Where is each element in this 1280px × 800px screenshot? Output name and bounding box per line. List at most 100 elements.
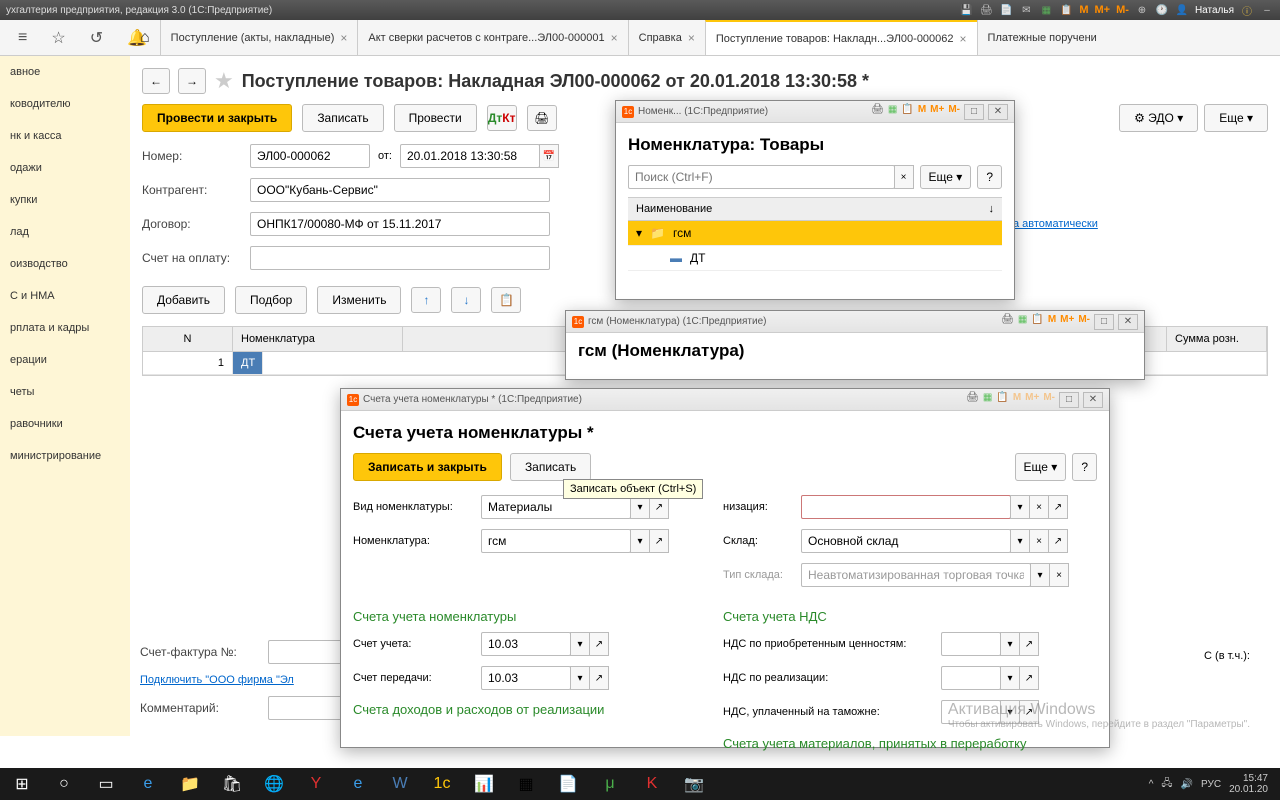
tab-payment-orders[interactable]: Платежные поручени <box>977 20 1107 55</box>
open-icon[interactable]: ↗ <box>589 632 609 656</box>
calendar-icon[interactable]: 📅 <box>539 144 559 168</box>
open-icon[interactable]: ↗ <box>1019 632 1039 656</box>
sidebar-item[interactable]: нк и касса <box>0 120 130 152</box>
maximize-icon[interactable]: □ <box>1094 314 1114 330</box>
network-icon[interactable]: 🖧 <box>1161 776 1172 793</box>
counterparty-input[interactable] <box>250 178 550 202</box>
user-name[interactable]: Наталья <box>1195 5 1234 16</box>
open-icon[interactable]: ↗ <box>1019 666 1039 690</box>
save-close-button[interactable]: Записать и закрыть <box>353 453 502 481</box>
dropdown-icon[interactable]: ▾ <box>1010 495 1030 519</box>
nom-input[interactable] <box>481 529 631 553</box>
close-icon[interactable]: × <box>611 31 618 45</box>
forward-button[interactable]: → <box>178 68 206 94</box>
payment-input[interactable] <box>250 246 550 270</box>
plus-icon[interactable]: ⊕ <box>1135 3 1149 17</box>
close-icon[interactable]: ✕ <box>988 104 1008 120</box>
help-button[interactable]: ? <box>977 165 1002 189</box>
sidebar-item[interactable]: С и НМА <box>0 280 130 312</box>
history-icon[interactable]: ↺ <box>90 28 103 48</box>
open-icon[interactable]: ↗ <box>589 666 609 690</box>
sidebar-item[interactable]: купки <box>0 184 130 216</box>
word-icon[interactable]: W <box>382 770 418 798</box>
mem-mplus[interactable]: M+ <box>1060 314 1074 330</box>
app-icon[interactable]: 📷 <box>676 770 712 798</box>
tab-help[interactable]: Справка× <box>628 20 705 55</box>
utorrent-icon[interactable]: μ <box>592 770 628 798</box>
list-item-dt[interactable]: ▬ДТ <box>628 246 1002 271</box>
mem-mminus[interactable]: M- <box>948 104 960 120</box>
save-icon[interactable]: 💾 <box>959 3 973 17</box>
selected-cell[interactable]: ДТ <box>233 352 263 374</box>
save-button[interactable]: Записать <box>302 104 383 132</box>
sidebar-item[interactable]: равочники <box>0 408 130 440</box>
nds-sale-input[interactable] <box>941 666 1001 690</box>
1c-icon[interactable]: 1c <box>424 770 460 798</box>
invoice-input[interactable] <box>268 640 348 664</box>
sidebar-item[interactable]: ерации <box>0 344 130 376</box>
more-button[interactable]: Еще ▾ <box>1204 104 1268 132</box>
dkt-button[interactable]: ДтКт <box>487 105 517 131</box>
post-close-button[interactable]: Провести и закрыть <box>142 104 292 132</box>
mem-mminus[interactable]: M- <box>1116 4 1129 16</box>
close-icon[interactable]: ✕ <box>1083 392 1103 408</box>
contract-input[interactable] <box>250 212 550 236</box>
mem-mplus[interactable]: M+ <box>930 104 944 120</box>
lang-indicator[interactable]: РУС <box>1201 779 1221 790</box>
calendar-icon[interactable]: 📋 <box>1031 314 1043 330</box>
doc-icon[interactable]: 📄 <box>999 3 1013 17</box>
print-icon[interactable]: 🖨 <box>966 392 979 408</box>
more-button[interactable]: Еще ▾ <box>1015 453 1067 481</box>
change-button[interactable]: Изменить <box>317 286 401 314</box>
close-icon[interactable]: ✕ <box>1118 314 1138 330</box>
print-icon[interactable]: 🖨 <box>1001 314 1014 330</box>
ie-icon[interactable]: e <box>340 770 376 798</box>
copy-button[interactable]: 📋 <box>491 287 521 313</box>
clear-icon[interactable]: × <box>1029 495 1049 519</box>
yandex-icon[interactable]: Y <box>298 770 334 798</box>
sidebar-item[interactable]: рплата и кадры <box>0 312 130 344</box>
print-icon[interactable]: 🖨 <box>979 3 993 17</box>
help-button[interactable]: ? <box>1072 453 1097 481</box>
open-icon[interactable]: ↗ <box>649 529 669 553</box>
close-icon[interactable]: × <box>960 32 967 46</box>
dropdown-icon[interactable]: ▾ <box>1000 632 1020 656</box>
app-icon[interactable]: 📄 <box>550 770 586 798</box>
mem-m[interactable]: M <box>1048 314 1056 330</box>
edo-button[interactable]: ⚙ ЭДО ▾ <box>1119 104 1198 132</box>
sidebar-item[interactable]: министрирование <box>0 440 130 472</box>
store-icon[interactable]: 🛍 <box>214 770 250 798</box>
clock-icon[interactable]: 🕐 <box>1155 3 1169 17</box>
open-icon[interactable]: ↗ <box>1048 529 1068 553</box>
tab-reconciliation[interactable]: Акт сверки расчетов с контраге...ЭЛ00-00… <box>357 20 627 55</box>
search-icon[interactable]: ○ <box>46 770 82 798</box>
sidebar-item[interactable]: лад <box>0 216 130 248</box>
clear-icon[interactable]: × <box>1029 529 1049 553</box>
account-input[interactable] <box>481 632 571 656</box>
grid-icon[interactable]: ▦ <box>1039 3 1053 17</box>
search-input[interactable] <box>628 165 895 189</box>
clear-icon[interactable]: × <box>1049 563 1069 587</box>
nds-acq-input[interactable] <box>941 632 1001 656</box>
calendar-icon[interactable]: 📋 <box>901 104 913 120</box>
chrome-icon[interactable]: 🌐 <box>256 770 292 798</box>
date-input[interactable] <box>400 144 540 168</box>
close-icon[interactable]: × <box>688 31 695 45</box>
pick-button[interactable]: Подбор <box>235 286 307 314</box>
more-button[interactable]: Еще ▾ <box>920 165 972 189</box>
minimize-icon[interactable]: – <box>1260 3 1274 17</box>
list-item-gsm[interactable]: ▾📁гсм <box>628 221 1002 246</box>
grid-icon[interactable]: ▦ <box>983 392 992 408</box>
mem-m[interactable]: M <box>918 104 926 120</box>
sidebar-item[interactable]: оизводство <box>0 248 130 280</box>
tab-receipts[interactable]: Поступление (акты, накладные)× <box>160 20 358 55</box>
dropdown-icon[interactable]: ▾ <box>1030 563 1050 587</box>
dropdown-icon[interactable]: ▾ <box>1000 666 1020 690</box>
app-icon[interactable]: 📊 <box>466 770 502 798</box>
mem-mminus[interactable]: M- <box>1078 314 1090 330</box>
org-input[interactable] <box>801 495 1011 519</box>
mem-mplus[interactable]: M+ <box>1095 4 1111 16</box>
add-button[interactable]: Добавить <box>142 286 225 314</box>
dropdown-icon[interactable]: ▾ <box>1010 529 1030 553</box>
mail-icon[interactable]: ✉ <box>1019 3 1033 17</box>
